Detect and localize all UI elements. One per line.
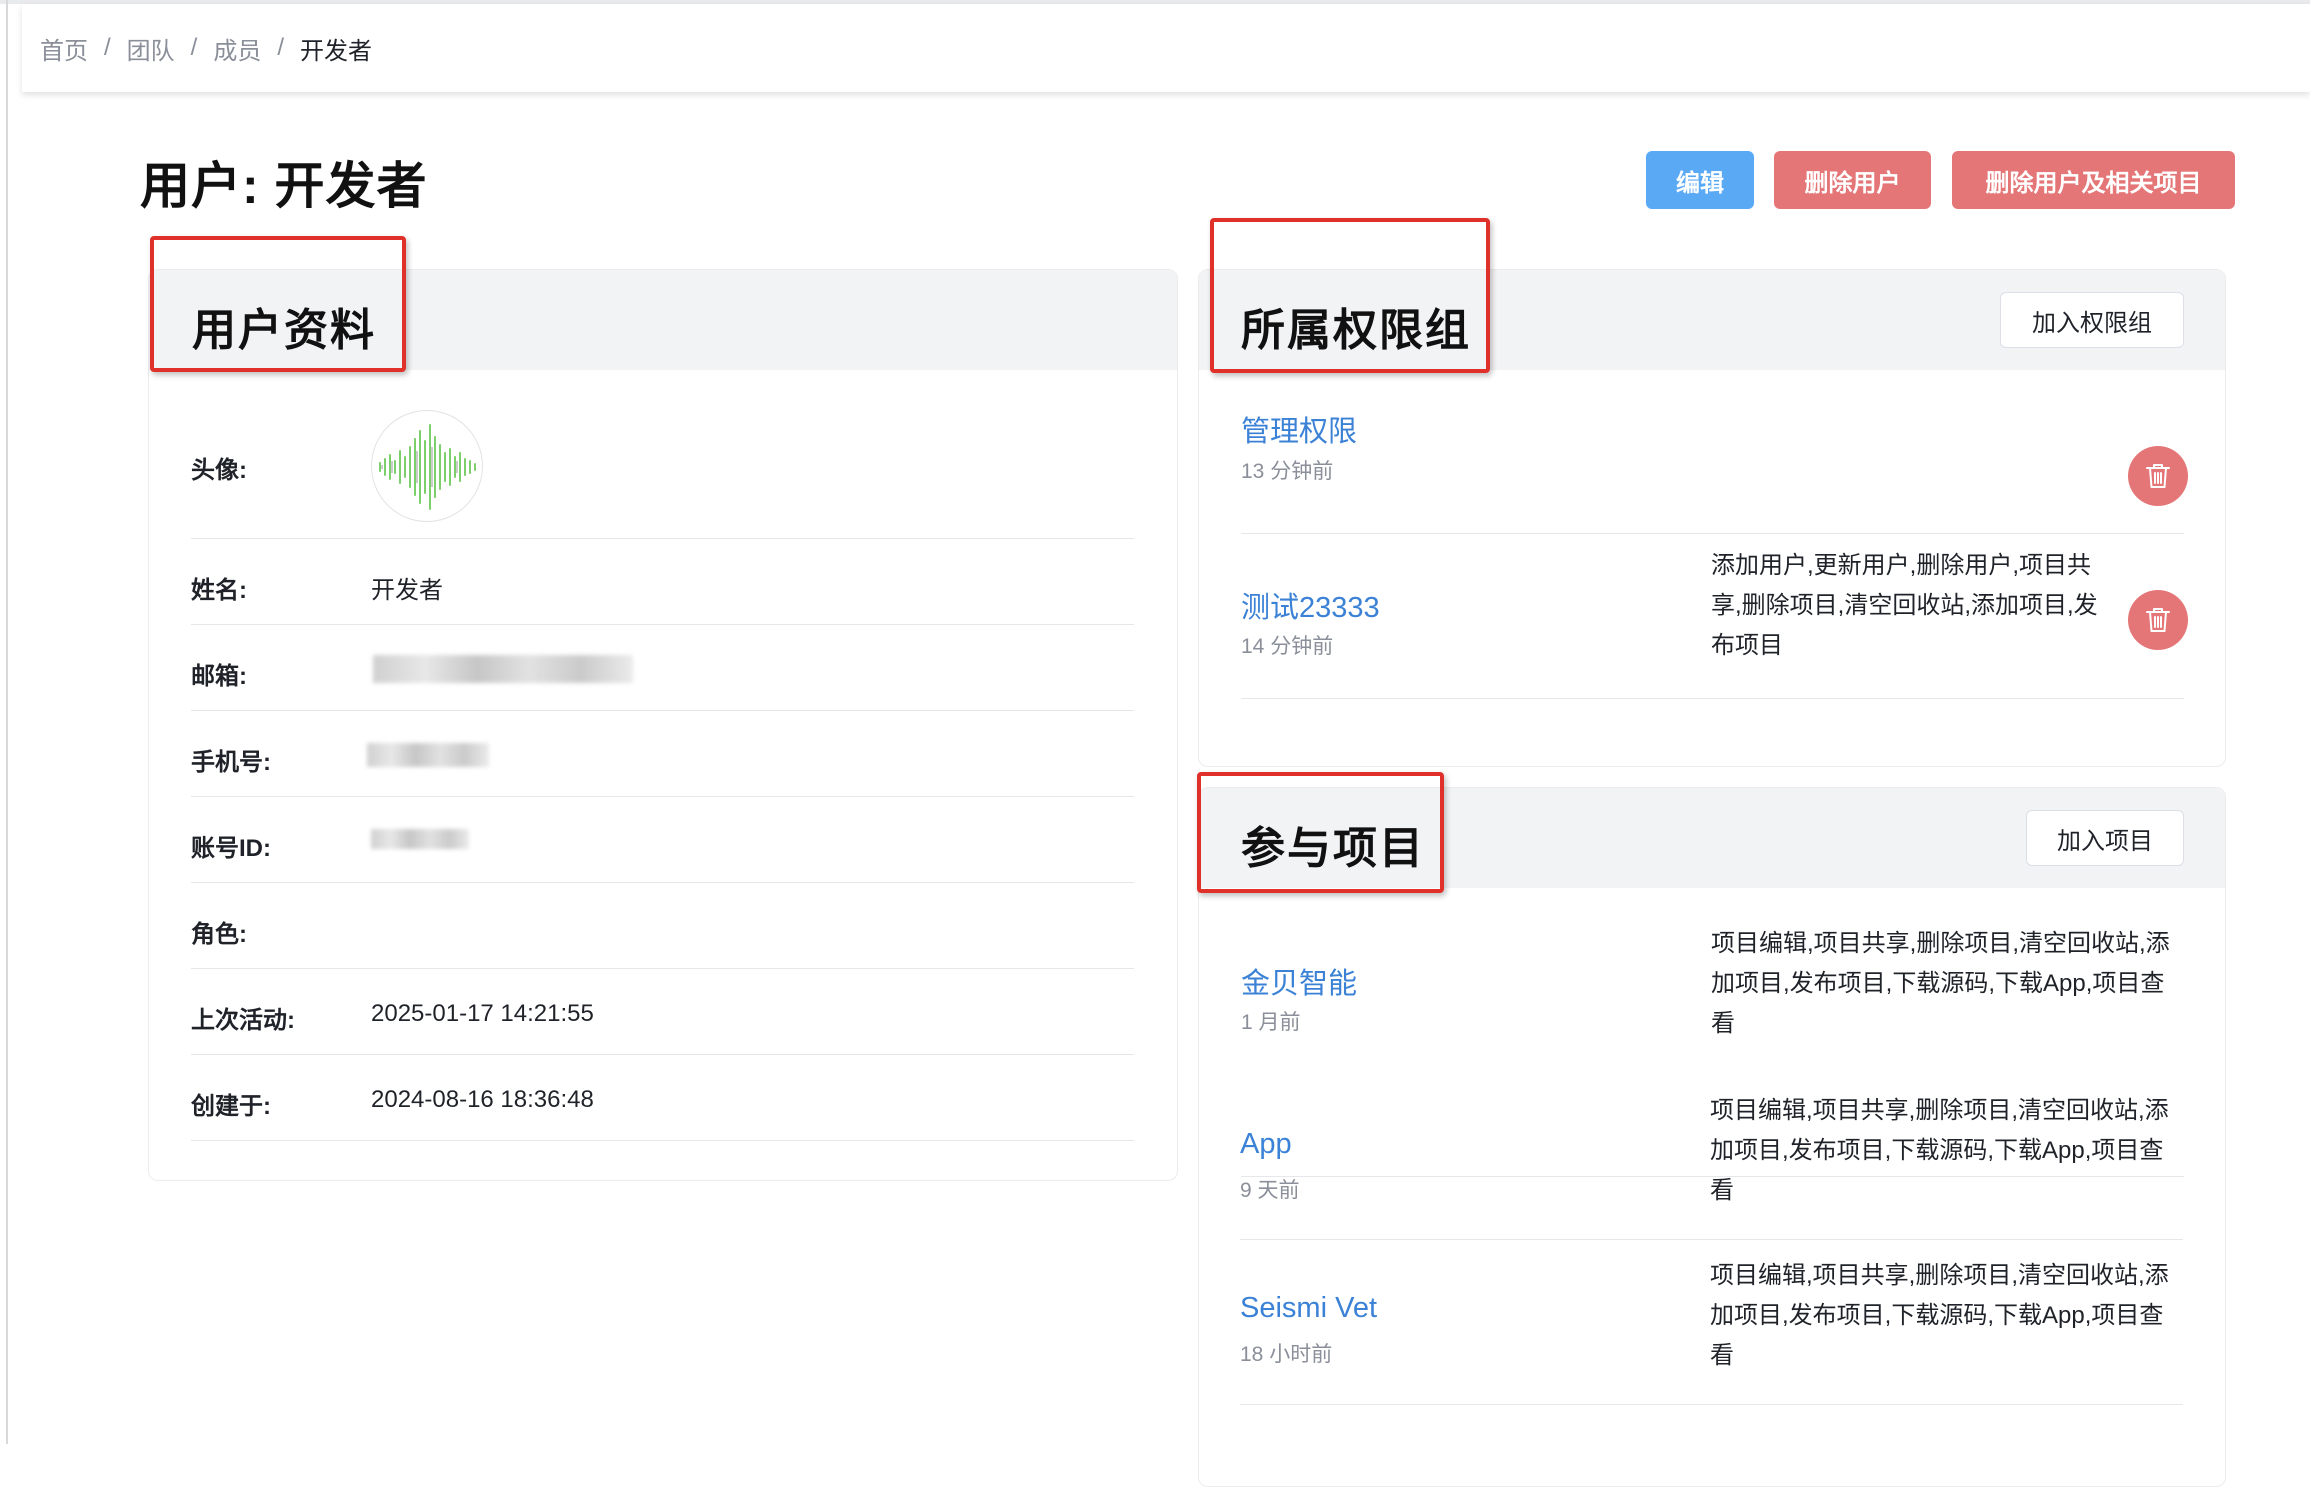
permission-group-name[interactable]: 管理权限 <box>1241 408 1357 450</box>
breadcrumb-home[interactable]: 首页 <box>40 31 88 66</box>
page-title: 用户: 开发者 <box>140 158 428 214</box>
project-perms: 项目编辑,项目共享,删除项目,清空回收站,添加项目,发布项目,下载源码,下载Ap… <box>1711 930 2170 1037</box>
project-name[interactable]: Seismi Vet <box>1240 1292 1377 1325</box>
email-label: 邮箱: <box>191 663 247 690</box>
project-time: 9 天前 <box>1240 1179 1300 1202</box>
delete-user-button[interactable]: 删除用户 <box>1774 151 1931 209</box>
account-id-label: 账号ID: <box>191 835 271 862</box>
breadcrumb-members[interactable]: 成员 <box>213 31 261 66</box>
created-value: 2024-08-16 18:36:48 <box>371 1086 594 1113</box>
waveform-icon <box>379 424 476 510</box>
project-name[interactable]: 金贝智能 <box>1241 960 1357 1002</box>
delete-user-and-projects-button[interactable]: 删除用户及相关项目 <box>1952 151 2235 209</box>
phone-label: 手机号: <box>191 749 271 776</box>
email-value-redacted <box>373 655 633 683</box>
profile-row-account-id: 账号ID: <box>191 797 1134 883</box>
breadcrumb: 首页 / 团队 / 成员 / 开发者 <box>22 4 2310 92</box>
profile-row-role: 角色: <box>191 883 1134 969</box>
avatar <box>371 410 483 522</box>
profile-row-name: 姓名: 开发者 <box>191 539 1134 625</box>
profile-row-last-active: 上次活动: 2025-01-17 14:21:55 <box>191 969 1134 1055</box>
permission-group-item: 测试23333 14 分钟前 添加用户,更新用户,删除用户,项目共享,删除项目,… <box>1241 534 2188 699</box>
profile-row-email: 邮箱: <box>191 625 1134 711</box>
project-perms: 项目编辑,项目共享,删除项目,清空回收站,添加项目,发布项目,下载源码,下载Ap… <box>1710 1262 2169 1369</box>
project-item: Seismi Vet 18 小时前 项目编辑,项目共享,删除项目,清空回收站,添… <box>1240 1240 2183 1405</box>
project-item: App 9 天前 项目编辑,项目共享,删除项目,清空回收站,添加项目,发布项目,… <box>1240 1075 2183 1240</box>
trash-icon <box>2146 464 2170 488</box>
permission-group-time: 13 分钟前 <box>1241 460 1334 483</box>
edit-button[interactable]: 编辑 <box>1646 151 1754 209</box>
remove-permission-group-button[interactable] <box>2128 446 2188 506</box>
project-time: 1 月前 <box>1241 1011 1301 1034</box>
remove-permission-group-button[interactable] <box>2128 590 2188 650</box>
profile-card: 用户资料 头像: 姓名: 开发者 邮箱: 手机号: 账号ID: 角色: 上次活动… <box>148 269 1178 1181</box>
join-permission-group-button[interactable]: 加入权限组 <box>2000 292 2184 348</box>
project-perms: 项目编辑,项目共享,删除项目,清空回收站,添加项目,发布项目,下载源码,下载Ap… <box>1710 1097 2169 1204</box>
project-time: 18 小时前 <box>1240 1343 1333 1366</box>
name-label: 姓名: <box>191 577 247 604</box>
profile-row-phone: 手机号: <box>191 711 1134 797</box>
last-active-label: 上次活动: <box>191 1007 295 1034</box>
permission-group-name[interactable]: 测试23333 <box>1241 584 1380 626</box>
permission-group-time: 14 分钟前 <box>1241 635 1334 658</box>
phone-value-redacted <box>367 743 489 767</box>
breadcrumb-current: 开发者 <box>300 37 373 65</box>
join-project-button[interactable]: 加入项目 <box>2026 810 2184 866</box>
account-id-value-redacted <box>371 829 469 849</box>
profile-row-created: 创建于: 2024-08-16 18:36:48 <box>191 1055 1134 1141</box>
permission-group-perms: 添加用户,更新用户,删除用户,项目共享,删除项目,清空回收站,添加项目,发布项目 <box>1711 552 2098 659</box>
last-active-value: 2025-01-17 14:21:55 <box>371 1000 594 1027</box>
avatar-label: 头像: <box>191 457 247 484</box>
trash-icon <box>2146 608 2170 632</box>
highlight-box-profile <box>150 236 406 372</box>
role-label: 角色: <box>191 921 247 948</box>
highlight-box-projects <box>1197 772 1444 893</box>
created-label: 创建于: <box>191 1093 271 1120</box>
permission-group-item: 管理权限 13 分钟前 <box>1241 370 2188 534</box>
breadcrumb-team[interactable]: 团队 <box>127 31 175 66</box>
breadcrumb-separator: / <box>190 34 198 61</box>
breadcrumb-separator: / <box>277 34 285 61</box>
highlight-box-permissions <box>1210 218 1490 373</box>
breadcrumb-separator: / <box>104 34 111 61</box>
project-name[interactable]: App <box>1240 1128 1292 1161</box>
name-value: 开发者 <box>371 577 443 604</box>
